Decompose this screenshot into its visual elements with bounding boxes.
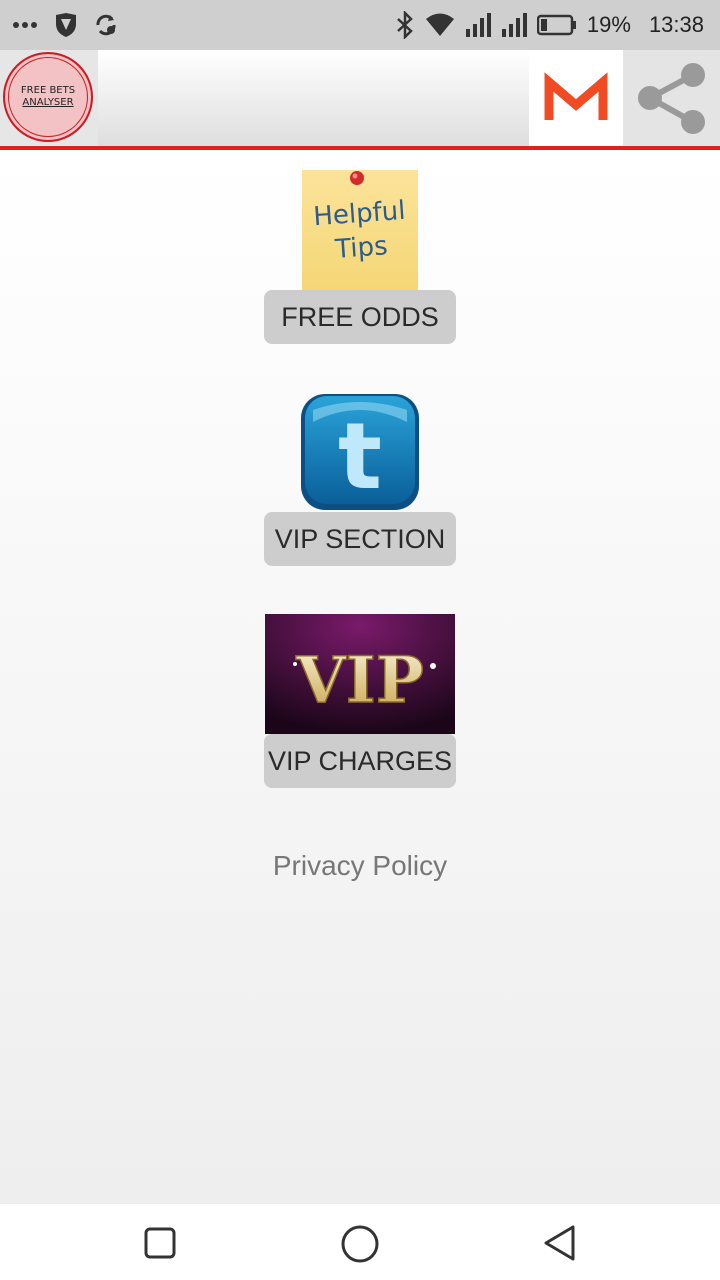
helpful-tips-text-2: Tips bbox=[333, 231, 388, 265]
main-content: Helpful Tips FREE ODDS t VIP SECTION VIP… bbox=[0, 150, 720, 1204]
signal-icon bbox=[465, 13, 491, 37]
sync-icon bbox=[96, 14, 116, 36]
recents-square-icon[interactable] bbox=[143, 1224, 177, 1262]
wifi-icon bbox=[425, 13, 454, 36]
shield-icon bbox=[56, 13, 76, 37]
battery-icon bbox=[536, 14, 576, 36]
logo-text-line2: ANALYSER bbox=[22, 97, 74, 108]
helpful-tips-text-1: Helpful bbox=[312, 196, 406, 232]
gmail-button[interactable] bbox=[529, 50, 623, 146]
share-button[interactable] bbox=[623, 50, 720, 146]
vip-text: VIP bbox=[295, 643, 424, 718]
app-logo-container[interactable]: FREE BETS ANALYSER bbox=[0, 50, 98, 146]
system-nav-bar bbox=[0, 1204, 720, 1280]
free-odds-button[interactable]: FREE ODDS bbox=[264, 290, 456, 344]
tumblr-icon: t bbox=[301, 394, 419, 510]
more-dots-icon bbox=[13, 22, 37, 28]
back-triangle-icon[interactable] bbox=[542, 1224, 578, 1262]
clock: 13:38 bbox=[648, 12, 704, 37]
vip-sign-icon: VIP bbox=[265, 614, 455, 734]
vip-section-button[interactable]: VIP SECTION bbox=[264, 512, 456, 566]
home-circle-icon[interactable] bbox=[340, 1224, 380, 1264]
battery-percent: 19% bbox=[586, 12, 631, 37]
bluetooth-icon bbox=[397, 11, 413, 39]
signal-icon bbox=[501, 13, 527, 37]
share-icon bbox=[638, 63, 705, 134]
tumblr-letter: t bbox=[338, 403, 382, 510]
sticky-note-icon: Helpful Tips bbox=[302, 170, 418, 290]
vip-section-image[interactable]: t bbox=[299, 392, 421, 512]
vip-charges-image[interactable]: VIP bbox=[265, 614, 455, 734]
logo-text-line1: FREE BETS bbox=[20, 85, 76, 96]
helpful-tips-image[interactable]: Helpful Tips bbox=[302, 170, 418, 290]
app-logo[interactable]: FREE BETS ANALYSER bbox=[3, 52, 93, 142]
status-bar: 19% 13:38 bbox=[0, 0, 720, 50]
gmail-icon bbox=[544, 72, 608, 120]
privacy-policy-link[interactable]: Privacy Policy bbox=[0, 850, 720, 882]
vip-charges-button[interactable]: VIP CHARGES bbox=[264, 734, 456, 788]
